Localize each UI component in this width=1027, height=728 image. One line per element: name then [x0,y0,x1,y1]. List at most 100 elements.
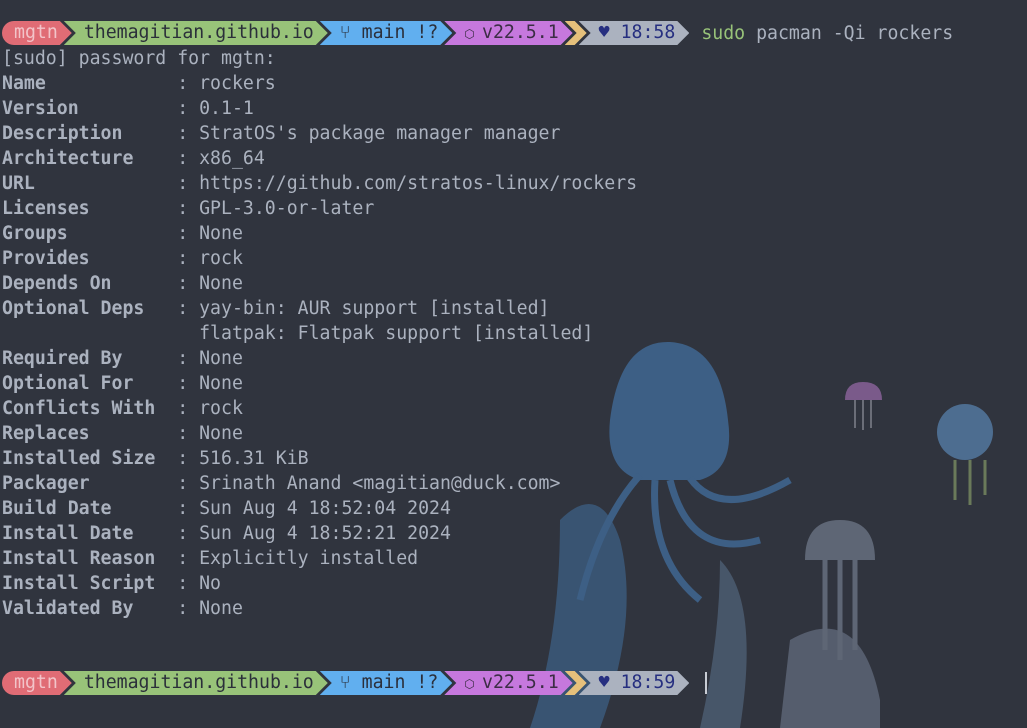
info-label: URL [2,173,178,194]
nodejs-icon: ⬡ [464,27,482,41]
info-value: rock [199,248,243,269]
info-label: Provides [2,248,178,269]
info-colon: : [177,148,200,169]
info-colon: : [177,298,200,319]
info-value: Explicitly installed [199,548,419,569]
info-row: Packager : Srinath Anand <magitian@duck.… [2,471,953,496]
info-label: Installed Size [2,448,178,469]
info-label: Optional Deps [2,298,178,319]
prompt-user: mgtn [2,671,72,695]
info-row: Conflicts With : rock [2,396,953,421]
info-row: Build Date : Sun Aug 4 18:52:04 2024 [2,496,953,521]
info-row: Install Date : Sun Aug 4 18:52:21 2024 [2,521,953,546]
info-label [2,323,177,344]
info-value: None [199,598,243,619]
info-value: 0.1-1 [199,98,254,119]
shell-prompt: mgtn themagitian.github.io ⑂ main !? ⬡ v… [2,21,953,45]
prompt-node-version: ⬡ v22.5.1 [444,671,572,695]
info-colon: : [177,73,200,94]
command-sudo: sudo [701,22,746,44]
info-colon: : [177,373,200,394]
info-colon: : [177,598,200,619]
info-row: Groups : None [2,221,953,246]
info-row: Install Script : No [2,571,953,596]
info-label: Install Date [2,523,178,544]
info-row: flatpak: Flatpak support [installed] [2,321,953,346]
info-value: StratOS's package manager manager [199,123,561,144]
info-colon: : [177,423,200,444]
info-value: Srinath Anand <magitian@duck.com> [199,473,561,494]
terminal-output: mgtn themagitian.github.io ⑂ main !? ⬡ v… [2,21,953,696]
prompt-git-branch: ⑂ main !? [320,21,453,45]
time-label: 18:58 [620,22,676,43]
info-label: Replaces [2,423,178,444]
nodejs-icon: ⬡ [464,677,482,691]
info-colon: : [177,198,200,219]
info-row: Name : rockers [2,71,953,96]
info-colon: : [177,498,200,519]
branch-label: main !? [361,22,439,43]
info-value: x86_64 [199,148,265,169]
info-value: rock [199,398,243,419]
info-value: None [199,223,243,244]
info-colon: : [177,173,200,194]
node-version-label: v22.5.1 [482,22,559,43]
info-colon: : [177,448,200,469]
info-value: Sun Aug 4 18:52:21 2024 [199,523,451,544]
branch-label: main !? [361,672,439,693]
shell-prompt-2: mgtn themagitian.github.io ⑂ main !? ⬡ v… [2,671,953,695]
info-colon: : [177,98,200,119]
info-row: Installed Size : 516.31 KiB [2,446,953,471]
info-row: Optional For : None [2,371,953,396]
info-colon: : [177,248,200,269]
git-branch-icon: ⑂ [339,672,362,693]
info-row: Validated By : None [2,596,953,621]
info-label: Groups [2,223,178,244]
package-info: Name : rockers Version : 0.1-1 Description… [2,71,953,621]
info-colon: : [177,523,200,544]
prompt-user: mgtn [2,21,72,45]
info-colon: : [177,398,200,419]
info-colon: : [177,123,200,144]
info-colon: : [177,573,200,594]
prompt-directory: themagitian.github.io [64,671,328,695]
info-label: Install Reason [2,548,178,569]
info-colon: : [177,348,200,369]
info-label: Architecture [2,148,178,169]
info-value: None [199,373,243,394]
prompt-time: ♥ 18:59 [579,671,690,695]
command: sudo pacman -Qi rockers [701,23,953,44]
info-row: Architecture : x86_64 [2,146,953,171]
info-label: Packager [2,473,178,494]
info-value: Sun Aug 4 18:52:04 2024 [199,498,451,519]
info-label: Required By [2,348,178,369]
info-label: Conflicts With [2,398,178,419]
git-branch-icon: ⑂ [339,22,362,43]
info-row: Provides : rock [2,246,953,271]
info-value: https://github.com/stratos-linux/rockers [199,173,638,194]
info-label: Name [2,73,178,94]
info-value: yay-bin: AUR support [installed] [199,298,550,319]
info-label: Licenses [2,198,178,219]
info-value: rockers [199,73,276,94]
info-colon: : [177,223,200,244]
info-value: GPL-3.0-or-later [199,198,375,219]
prompt-time: ♥ 18:58 [579,21,690,45]
info-row: Required By : None [2,346,953,371]
info-value: None [199,273,243,294]
prompt-directory: themagitian.github.io [64,21,328,45]
sudo-password-prompt: [sudo] password for mgtn: [2,48,276,69]
info-colon: : [177,548,200,569]
info-row: Optional Deps : yay-bin: AUR support [in… [2,296,953,321]
info-value: None [199,423,243,444]
info-value: flatpak: Flatpak support [installed] [199,323,594,344]
text-cursor[interactable] [705,672,708,694]
heart-icon: ♥ [598,672,610,693]
info-value: 516.31 KiB [199,448,309,469]
info-value: None [199,348,243,369]
info-colon [177,323,199,344]
info-row: Install Reason : Explicitly installed [2,546,953,571]
info-row: Replaces : None [2,421,953,446]
info-colon: : [177,273,200,294]
info-label: Version [2,98,178,119]
